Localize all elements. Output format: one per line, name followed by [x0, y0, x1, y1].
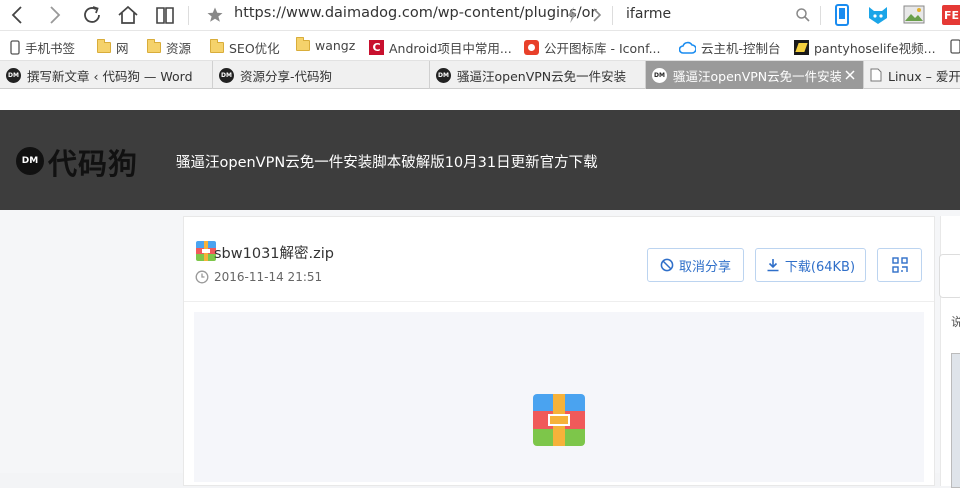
tab-title: 骚逼汪openVPN云免一件安装 — [457, 68, 627, 84]
cloud-icon — [679, 41, 696, 54]
browser-tab[interactable]: Linux – 爱开 — [864, 61, 960, 89]
search-icon[interactable] — [795, 7, 811, 23]
forward-icon[interactable] — [42, 3, 66, 27]
site-favicon: DM — [219, 67, 234, 83]
site-logo-badge[interactable]: DM — [16, 147, 44, 175]
home-icon[interactable] — [116, 3, 140, 27]
extension-fe-icon[interactable]: FE — [942, 5, 960, 25]
site-favicon: DM — [652, 67, 667, 83]
page-icon — [870, 68, 882, 82]
close-icon[interactable] — [845, 70, 855, 80]
bookmark-label: 公开图标库 - Iconf... — [544, 41, 661, 56]
page-title: 骚逼汪openVPN云免一件安装脚本破解版10月31日更新官方下载 — [176, 155, 598, 171]
chevron-right-icon[interactable] — [590, 7, 604, 23]
toolbar-divider — [188, 6, 189, 25]
bookmark-label: 手机书签 — [25, 41, 76, 56]
zip-file-icon — [196, 241, 216, 261]
folder-icon — [97, 39, 111, 53]
site-favicon: DM — [436, 67, 451, 83]
bookmark-label: 资源 — [166, 41, 192, 56]
bookmark-star-icon[interactable] — [206, 6, 224, 24]
back-icon[interactable] — [6, 3, 30, 27]
site-header: DM 代码狗 骚逼汪openVPN云免一件安装脚本破解版10月31日更新官方下载 — [0, 110, 960, 210]
site-icon — [794, 40, 809, 55]
clock-icon — [195, 270, 209, 284]
browser-toolbar: https://www.daimadog.com/wp-content/plug… — [0, 0, 960, 31]
browser-tab[interactable]: DM 撰写新文章 ‹ 代码狗 — Word — [0, 61, 213, 89]
preview-area — [194, 312, 924, 482]
extension-fox-icon[interactable] — [867, 4, 889, 26]
bookmark-item[interactable]: C Android项目中常用... — [369, 38, 512, 57]
iconfont-icon — [524, 40, 539, 55]
bookmark-label: SEO优化 — [229, 41, 280, 56]
browser-tab-active[interactable]: DM 骚逼汪openVPN云免一件安装 — [646, 61, 864, 89]
tab-title: 资源分享-代码狗 — [240, 68, 333, 84]
main-content: sbw1031解密.zip 2016-11-14 21:51 取消分享 下载(6… — [0, 210, 960, 488]
toolbar-divider — [820, 6, 821, 25]
bookmark-folder[interactable]: 资源 — [147, 38, 191, 57]
site-favicon: DM — [6, 67, 21, 83]
download-label: 下载(64KB) — [784, 259, 856, 275]
site-logo-text[interactable]: 代码狗 — [48, 141, 138, 183]
side-tab[interactable] — [939, 254, 960, 298]
file-card: sbw1031解密.zip 2016-11-14 21:51 取消分享 下载(6… — [183, 216, 935, 486]
browser-tab[interactable]: DM 资源分享-代码狗 — [213, 61, 430, 89]
folder-icon — [147, 39, 161, 53]
file-date: 2016-11-14 21:51 — [214, 270, 323, 284]
tab-title: 撰写新文章 ‹ 代码狗 — Word — [27, 68, 193, 84]
side-panel: 说 — [939, 216, 960, 488]
bookmark-item[interactable]: 手机书签 — [10, 38, 75, 57]
phone-icon[interactable] — [950, 39, 960, 54]
side-image[interactable] — [951, 353, 960, 488]
side-text: 说 — [951, 315, 960, 329]
bookmark-folder[interactable]: wangz — [296, 37, 356, 53]
bookmark-folder[interactable]: SEO优化 — [210, 38, 280, 57]
bookmark-item[interactable]: pantyhoselife视频... — [794, 38, 936, 57]
toolbar-divider — [612, 6, 613, 25]
download-icon — [767, 259, 779, 272]
block-icon — [660, 258, 674, 272]
qr-code-button[interactable] — [877, 248, 922, 282]
tab-title: 骚逼汪openVPN云免一件安装 — [673, 68, 841, 84]
reading-mode-icon[interactable] — [153, 3, 177, 27]
address-bar-url[interactable]: https://www.daimadog.com/wp-content/plug… — [234, 5, 597, 21]
screenshot-image-icon[interactable] — [903, 5, 925, 24]
browser-tab[interactable]: DM 骚逼汪openVPN云免一件安装 — [430, 61, 646, 89]
bookmark-label: pantyhoselife视频... — [814, 41, 936, 56]
cancel-share-label: 取消分享 — [678, 259, 731, 275]
download-button[interactable]: 下载(64KB) — [755, 248, 866, 282]
bookmark-folder[interactable]: 网 — [97, 38, 129, 57]
mobile-sync-icon[interactable] — [834, 4, 850, 26]
tab-title: Linux – 爱开 — [888, 68, 960, 84]
android-c-icon: C — [369, 40, 384, 55]
bookmarks-bar: 手机书签 网 资源 SEO优化 wangz C Android项目中常用... … — [0, 31, 960, 61]
folder-icon — [210, 39, 224, 53]
cancel-share-button[interactable]: 取消分享 — [647, 248, 744, 282]
bookmark-label: Android项目中常用... — [389, 41, 512, 56]
page-top-spacer — [0, 89, 960, 110]
phone-icon — [10, 40, 20, 55]
reload-icon[interactable] — [80, 3, 104, 27]
qr-code-icon — [891, 257, 908, 273]
file-name: sbw1031解密.zip — [214, 246, 334, 262]
search-input[interactable]: ifarme — [626, 6, 671, 22]
lightning-icon[interactable] — [564, 6, 580, 24]
bookmark-label: 网 — [116, 41, 129, 56]
bookmark-item[interactable]: 云主机-控制台 — [679, 38, 781, 57]
zip-preview-icon — [533, 394, 585, 446]
tab-strip: DM 撰写新文章 ‹ 代码狗 — Word DM 资源分享-代码狗 DM 骚逼汪… — [0, 61, 960, 89]
bookmark-item[interactable]: 公开图标库 - Iconf... — [524, 38, 661, 57]
folder-icon — [296, 37, 310, 51]
bookmark-label: 云主机-控制台 — [701, 41, 781, 56]
card-divider — [184, 301, 934, 302]
bookmark-label: wangz — [315, 38, 356, 53]
